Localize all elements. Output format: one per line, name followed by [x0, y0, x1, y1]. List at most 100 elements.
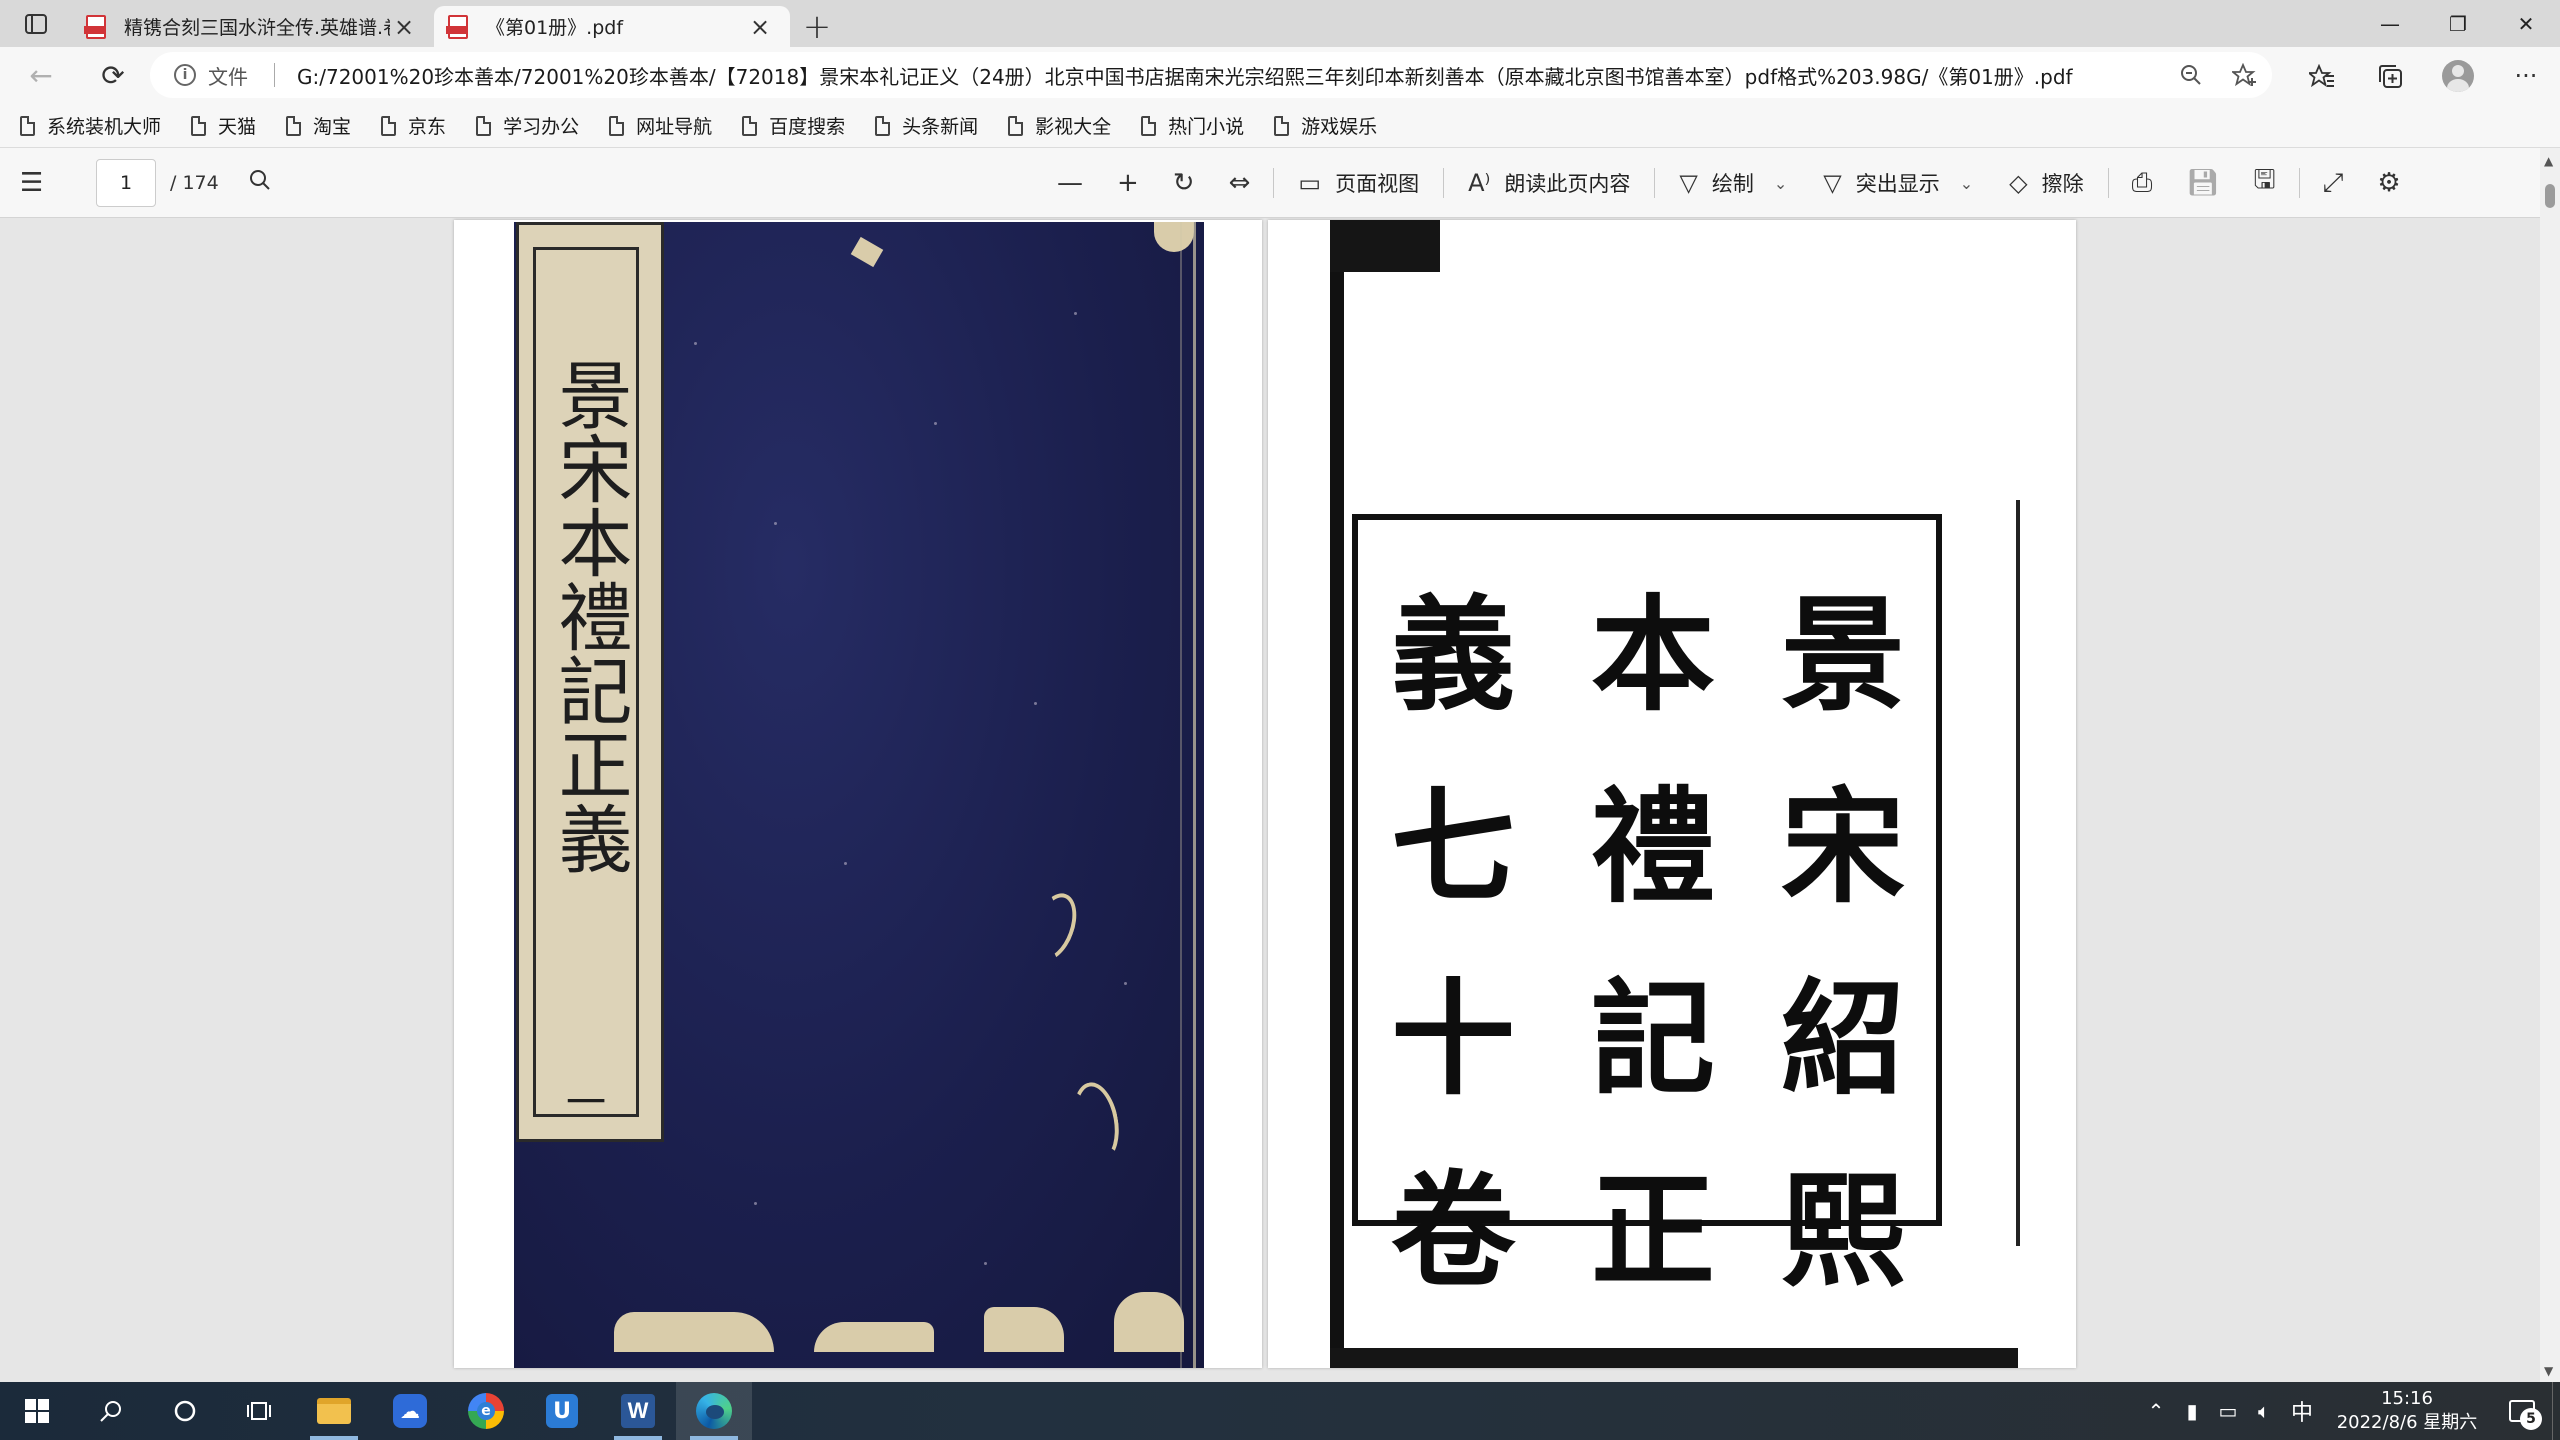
erase-button[interactable]: ◇ 擦除: [1991, 158, 2101, 208]
favorite-item[interactable]: 系统装机大师: [20, 112, 161, 139]
favorite-item[interactable]: 头条新闻: [875, 112, 978, 139]
cortana-button[interactable]: [148, 1382, 222, 1440]
back-button[interactable]: ←: [10, 51, 72, 101]
title-char: 正: [1590, 1159, 1715, 1304]
draw-button[interactable]: ▽ 绘制 ⌄: [1661, 158, 1805, 208]
zoom-out-button[interactable]: —: [1040, 158, 1100, 208]
highlight-button[interactable]: ▽ 突出显示 ⌄: [1805, 158, 1991, 208]
vertical-scrollbar[interactable]: ▲ ▼: [2540, 148, 2560, 1382]
favorites-button[interactable]: [2288, 47, 2356, 104]
rotate-button[interactable]: ↻: [1156, 158, 1212, 208]
taskbar-u-app[interactable]: U: [524, 1382, 600, 1440]
url-text[interactable]: G:/72001%20珍本善本/72001%20珍本善本/【72018】景宋本礼…: [297, 61, 2073, 90]
cortana-icon: [174, 1400, 196, 1422]
tab-actions-button[interactable]: [0, 0, 72, 47]
info-icon[interactable]: i: [174, 64, 196, 86]
read-aloud-button[interactable]: A⁾ 朗读此页内容: [1450, 158, 1648, 208]
favorite-item[interactable]: 影视大全: [1008, 112, 1111, 139]
page-icon: [1141, 115, 1157, 136]
search-button[interactable]: [74, 1382, 148, 1440]
favorite-label: 京东: [408, 116, 447, 138]
binding-stitch: [1193, 222, 1196, 1368]
speck: [694, 342, 697, 345]
show-hidden-icons-icon[interactable]: ⌃: [2138, 1399, 2174, 1423]
chevron-down-icon[interactable]: ⌄: [1774, 174, 1787, 193]
settings-more-button[interactable]: ···: [2492, 47, 2560, 104]
pdf-document-area[interactable]: 景宋本禮記正義 一 景宋紹熙 本禮記正 義七十卷: [0, 218, 2560, 1382]
scroll-down-icon[interactable]: ▼: [2544, 1364, 2553, 1378]
speck: [754, 1202, 757, 1205]
save-as-button[interactable]: 🖫: [2236, 158, 2292, 208]
title-char: 宋: [1780, 775, 1905, 920]
browser-tab-1[interactable]: 精镌合刻三国水浒全传.英雄谱.卷 ×: [72, 6, 434, 47]
taskbar-browser[interactable]: e: [448, 1382, 524, 1440]
zoom-icon[interactable]: [2180, 64, 2202, 86]
add-favorite-icon[interactable]: [2232, 63, 2258, 87]
minimize-button[interactable]: —: [2356, 0, 2424, 47]
scroll-up-icon[interactable]: ▲: [2544, 154, 2553, 168]
page-icon: [476, 115, 492, 136]
close-tab-icon[interactable]: ×: [746, 13, 774, 41]
close-window-button[interactable]: ✕: [2492, 0, 2560, 47]
title-char: 紹: [1780, 967, 1905, 1112]
task-view-button[interactable]: [222, 1382, 296, 1440]
print-button[interactable]: ⎙: [2115, 158, 2170, 208]
save-button[interactable]: 💾︎: [2169, 158, 2236, 208]
zoom-in-button[interactable]: +: [1100, 158, 1156, 208]
favorite-item[interactable]: 学习办公: [476, 112, 579, 139]
taskbar-baidu-netdisk[interactable]: ☁: [372, 1382, 448, 1440]
restore-button[interactable]: ❐: [2424, 0, 2492, 47]
favorite-item[interactable]: 京东: [381, 112, 446, 139]
page-number-input[interactable]: 1: [96, 158, 156, 207]
worm-damage: [1023, 887, 1085, 967]
fit-width-button[interactable]: ⇔: [1212, 158, 1268, 208]
address-bar[interactable]: i 文件 G:/72001%20珍本善本/72001%20珍本善本/【72018…: [150, 52, 2272, 98]
action-center-button[interactable]: 5: [2492, 1382, 2552, 1440]
speck: [844, 862, 847, 865]
taskbar-edge[interactable]: [676, 1382, 752, 1440]
omnibox-actions: [2180, 52, 2258, 98]
clock[interactable]: 15:16 2022/8/6 星期六: [2322, 1387, 2492, 1435]
collections-button[interactable]: [2356, 47, 2424, 104]
scrollbar-thumb[interactable]: [2545, 184, 2555, 208]
book-cover-image: 景宋本禮記正義 一: [514, 222, 1204, 1368]
table-of-contents-icon[interactable]: ☰: [20, 168, 60, 198]
favorite-item[interactable]: 热门小说: [1141, 112, 1244, 139]
taskbar-file-explorer[interactable]: [296, 1382, 372, 1440]
favorite-item[interactable]: 天猫: [191, 112, 256, 139]
profile-button[interactable]: [2424, 47, 2492, 104]
title-column-right: 景宋紹熙: [1768, 560, 1918, 1328]
favorite-item[interactable]: 游戏娱乐: [1274, 112, 1377, 139]
show-desktop-button[interactable]: [2552, 1382, 2560, 1440]
notification-badge: 5: [2520, 1408, 2542, 1430]
draw-icon: ▽: [1679, 169, 1698, 197]
usb-icon[interactable]: ▮: [2174, 1399, 2210, 1423]
pdf-settings-button[interactable]: ⚙: [2360, 158, 2417, 208]
refresh-button[interactable]: ⟳: [82, 51, 144, 101]
ime-indicator[interactable]: 中: [2282, 1395, 2322, 1427]
title-column-left: 義七十卷: [1378, 560, 1528, 1328]
start-button[interactable]: [0, 1382, 74, 1440]
network-icon[interactable]: ▭: [2210, 1399, 2246, 1423]
search-icon[interactable]: [249, 169, 271, 197]
favorite-label: 百度搜索: [769, 116, 846, 138]
page-icon: [1274, 115, 1290, 136]
favorite-item[interactable]: 网址导航: [609, 112, 712, 139]
title-char: 記: [1590, 967, 1715, 1112]
browser-tab-2[interactable]: 《第01册》.pdf ×: [434, 6, 790, 47]
erase-label: 擦除: [2041, 172, 2084, 196]
taskbar-word[interactable]: W: [600, 1382, 676, 1440]
worn-edge: [814, 1322, 934, 1352]
page-view-button[interactable]: ▭ 页面视图: [1280, 158, 1437, 208]
volume-icon[interactable]: 🔈︎: [2246, 1399, 2282, 1423]
chevron-down-icon[interactable]: ⌄: [1960, 174, 1973, 193]
pdf-toolbar: ☰ 1 / 174 — + ↻ ⇔ ▭ 页面视图 A⁾ 朗读此页内容 ▽ 绘制 ⌄ ▽ 突…: [0, 148, 2560, 218]
word-icon: W: [621, 1394, 655, 1428]
page-icon: [742, 115, 758, 136]
favorite-item[interactable]: 百度搜索: [742, 112, 845, 139]
divider: [1654, 168, 1656, 198]
favorite-item[interactable]: 淘宝: [286, 112, 351, 139]
new-tab-button[interactable]: +: [790, 6, 844, 47]
close-tab-icon[interactable]: ×: [390, 13, 418, 41]
fullscreen-button[interactable]: ⤢: [2306, 158, 2361, 208]
